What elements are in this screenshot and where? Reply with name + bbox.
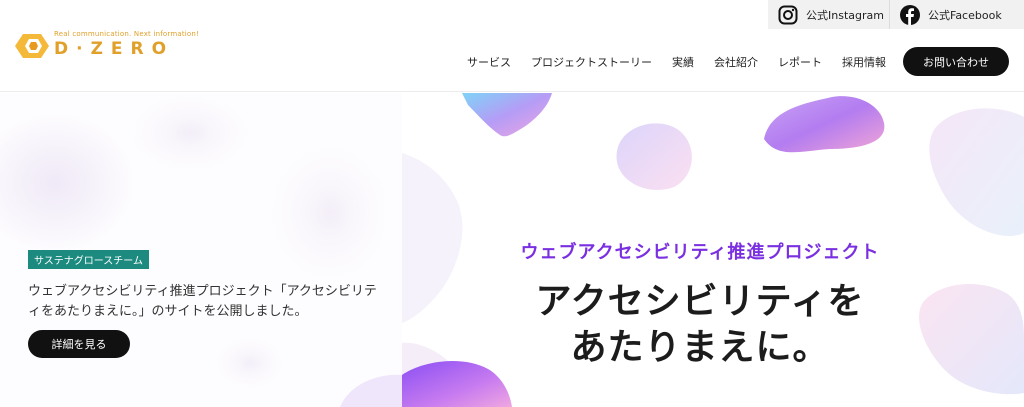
nav-item-recruit[interactable]: 採用情報 (842, 54, 886, 70)
instagram-icon (778, 5, 798, 24)
facebook-icon (900, 4, 920, 25)
hexagon-logo-icon (15, 34, 49, 58)
facebook-link[interactable]: 公式Facebook (890, 0, 1024, 29)
main-nav: サービス プロジェクトストーリー 実績 会社紹介 レポート 採用情報 (467, 54, 886, 70)
logo-brand: D·ZERO (54, 39, 175, 59)
logo-tagline: Real communication. Next information! (54, 30, 200, 38)
team-badge: サステナグロースチーム (28, 250, 149, 269)
headline-line-1: アクセシビリティを (535, 281, 865, 322)
project-title: ウェブアクセシビリティ推進プロジェクト (520, 242, 880, 263)
social-links: 公式Instagram 公式Facebook (768, 0, 1024, 29)
site-header: Real communication. Next information! D·… (0, 0, 1024, 92)
instagram-label: 公式Instagram (806, 8, 884, 22)
instagram-link[interactable]: 公式Instagram (768, 0, 890, 29)
details-button[interactable]: 詳細を見る (28, 330, 130, 358)
site-logo[interactable]: Real communication. Next information! D·… (14, 30, 199, 64)
contact-button[interactable]: お問い合わせ (903, 47, 1009, 76)
hero-headline: アクセシビリティを あたりまえに。 (402, 279, 1024, 371)
news-text[interactable]: ウェブアクセシビリティ推進プロジェクト「アクセシビリティをあたりまえに。」のサイ… (28, 282, 378, 322)
nav-item-project-stories[interactable]: プロジェクトストーリー (531, 54, 652, 70)
news-panel: サステナグロースチーム ウェブアクセシビリティ推進プロジェクト「アクセシビリティ… (0, 93, 402, 407)
facebook-label: 公式Facebook (928, 8, 1002, 22)
headline-line-2: あたりまえに。 (570, 327, 830, 368)
nav-item-works[interactable]: 実績 (672, 54, 694, 70)
hero-section: サステナグロースチーム ウェブアクセシビリティ推進プロジェクト「アクセシビリティ… (0, 93, 1024, 407)
nav-item-company[interactable]: 会社紹介 (714, 54, 758, 70)
nav-item-services[interactable]: サービス (467, 54, 511, 70)
nav-item-reports[interactable]: レポート (778, 54, 822, 70)
